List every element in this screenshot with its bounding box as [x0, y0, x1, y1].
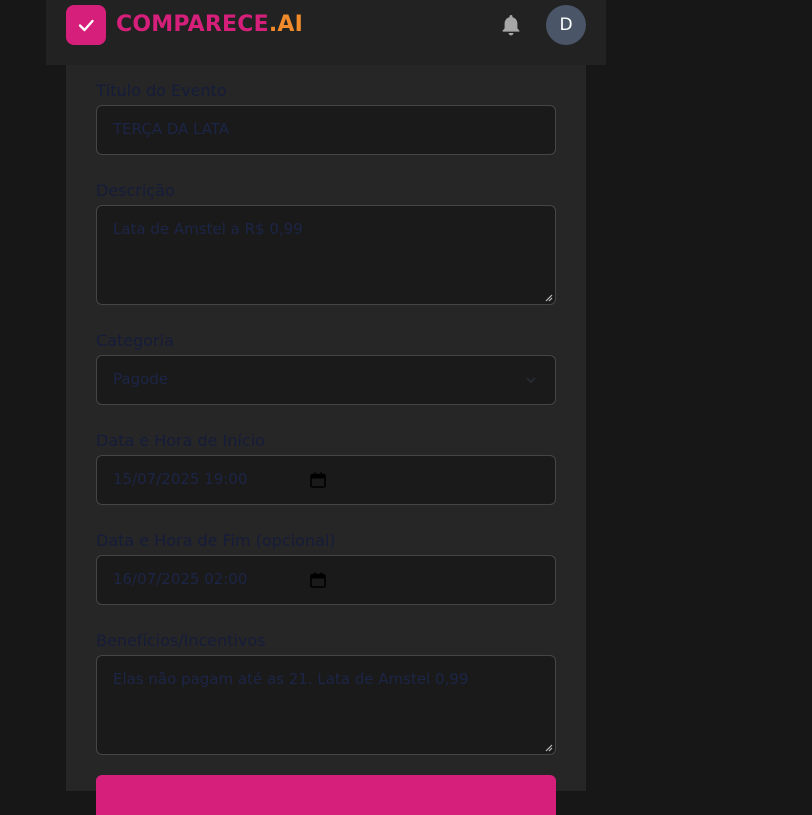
submit-button[interactable] [96, 775, 556, 815]
bell-icon[interactable] [498, 12, 524, 38]
chevron-down-icon [526, 377, 536, 384]
event-form: Título do Evento TERÇA DA LATA Descrição… [66, 65, 586, 815]
category-value: Pagode [113, 370, 169, 388]
title-input[interactable]: TERÇA DA LATA [96, 105, 556, 155]
benefits-value: Elas não pagam até as 21. Lata de Amstel… [113, 670, 469, 688]
end-datetime-value: 16/07/2025 02:00 [113, 570, 248, 588]
avatar[interactable]: D [546, 5, 586, 45]
description-textarea[interactable]: Lata de Amstel a R$ 0,99 [96, 205, 556, 305]
check-icon [78, 19, 94, 32]
title-value: TERÇA DA LATA [113, 120, 230, 138]
top-bar: COMPARECE.AI D [46, 0, 606, 65]
benefits-label: Benefícios/Incentivos [96, 631, 266, 650]
benefits-textarea[interactable]: Elas não pagam até as 21. Lata de Amstel… [96, 655, 556, 755]
start-datetime-label: Data e Hora de Início [96, 431, 265, 450]
resize-handle-icon[interactable] [545, 294, 553, 302]
title-label: Título do Evento [96, 81, 227, 100]
brand-name-part2: .AI [268, 12, 303, 37]
brand-name-part1: COMPARECE [116, 12, 269, 37]
start-datetime-value: 15/07/2025 19:00 [113, 470, 248, 488]
brand-name[interactable]: COMPARECE.AI [116, 10, 303, 40]
category-select[interactable]: Pagode [96, 355, 556, 405]
end-datetime-label: Data e Hora de Fim (opcional) [96, 531, 336, 550]
description-value: Lata de Amstel a R$ 0,99 [113, 220, 303, 238]
category-label: Categoria [96, 331, 174, 350]
description-label: Descrição [96, 181, 175, 200]
end-datetime-input[interactable]: 16/07/2025 02:00 [96, 555, 556, 605]
calendar-icon[interactable] [309, 471, 327, 489]
calendar-icon[interactable] [309, 571, 327, 589]
logo[interactable] [66, 5, 106, 45]
resize-handle-icon[interactable] [545, 744, 553, 752]
start-datetime-input[interactable]: 15/07/2025 19:00 [96, 455, 556, 505]
